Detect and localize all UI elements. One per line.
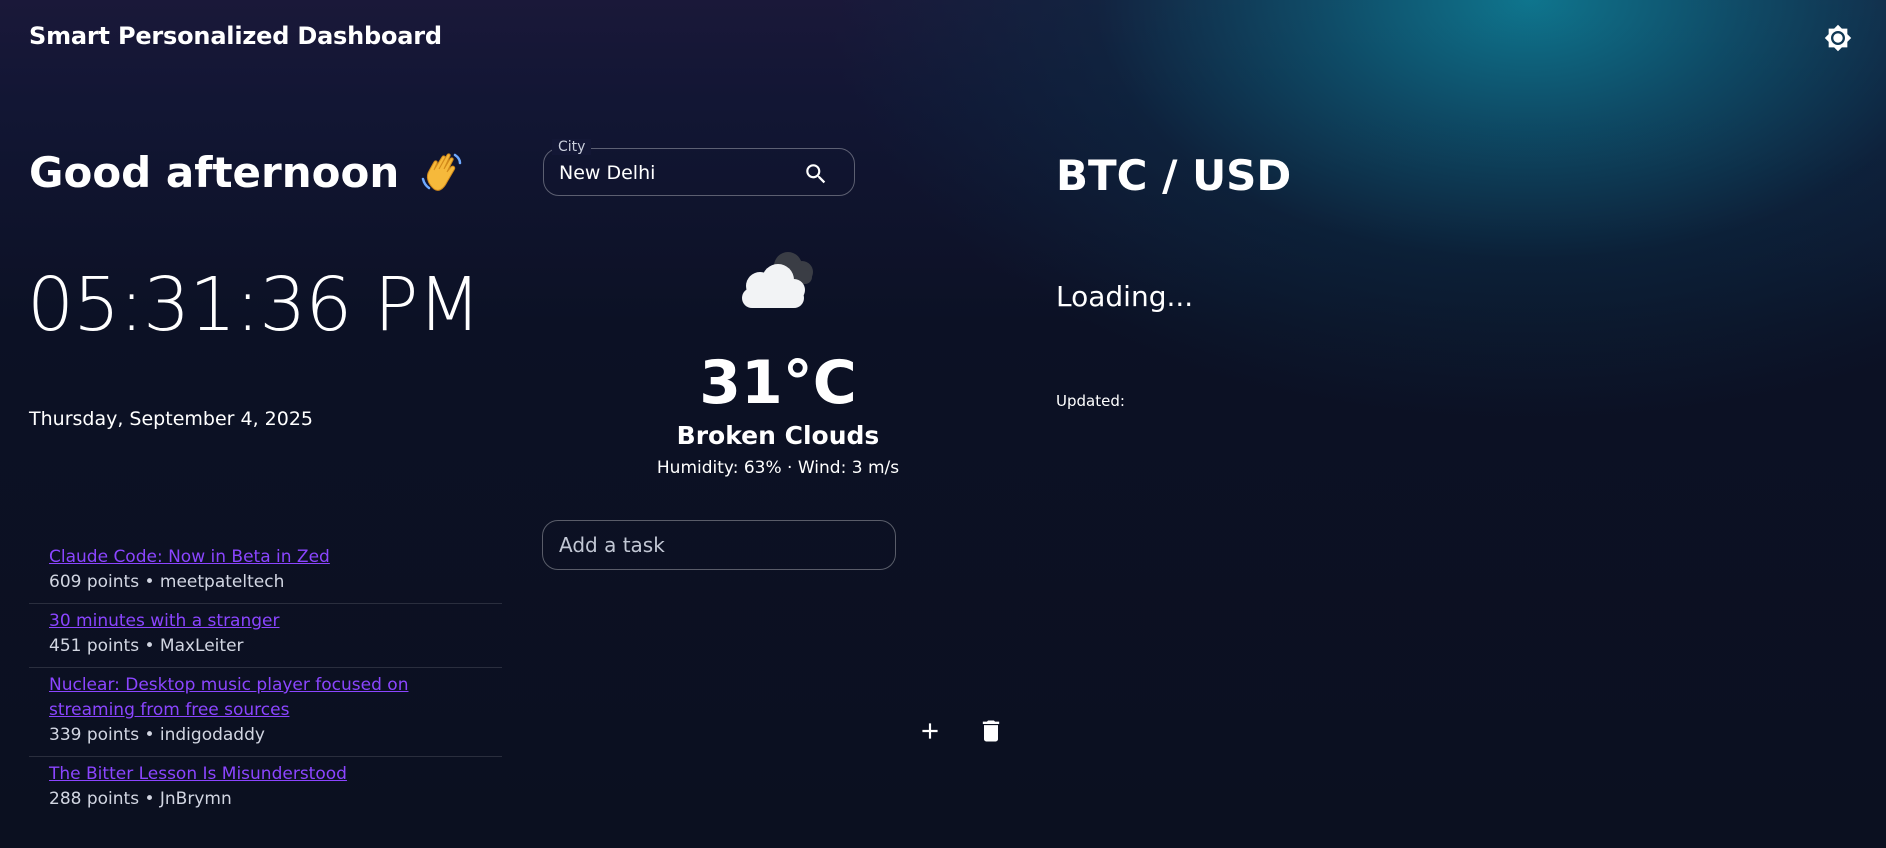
app-title: Smart Personalized Dashboard [29, 22, 442, 50]
city-input[interactable] [559, 162, 789, 184]
weather-details: Humidity: 63% · Wind: 3 m/s [656, 458, 900, 478]
temperature: 31°C [699, 348, 857, 418]
news-meta: 288 points • JnBrymn [49, 789, 232, 809]
plus-icon [922, 723, 938, 739]
list-item: 30 minutes with a stranger 451 points • … [29, 604, 502, 668]
news-meta: 609 points • meetpateltech [49, 572, 285, 592]
waving-hand-icon [422, 152, 462, 191]
news-link[interactable]: The Bitter Lesson Is Misunderstood [49, 762, 482, 787]
search-icon [806, 164, 826, 184]
news-link[interactable]: Claude Code: Now in Beta in Zed [49, 545, 482, 570]
clock-date: Thursday, September 4, 2025 [29, 408, 314, 430]
crypto-status: Loading... [1056, 280, 1194, 313]
clock-time: 05:31:36 PM [27, 262, 481, 348]
weather-condition: Broken Clouds [676, 421, 880, 450]
delete-tasks-button[interactable] [975, 715, 1007, 747]
task-input[interactable] [542, 520, 896, 570]
theme-toggle-button[interactable] [1822, 22, 1854, 54]
sun-icon [1824, 24, 1852, 52]
city-label: City [552, 139, 592, 155]
crypto-updated: Updated: [1056, 392, 1125, 410]
list-item: Claude Code: Now in Beta in Zed 609 poin… [29, 540, 502, 604]
greeting: Good afternoon [29, 148, 465, 197]
list-item: Nuclear: Desktop music player focused on… [29, 668, 502, 757]
broken-clouds-icon [742, 252, 813, 308]
news-link[interactable]: 30 minutes with a stranger [49, 609, 482, 634]
news-link[interactable]: Nuclear: Desktop music player focused on… [49, 673, 482, 723]
news-list: Claude Code: Now in Beta in Zed 609 poin… [29, 540, 502, 820]
add-task-button[interactable] [914, 715, 946, 747]
trash-icon [982, 720, 1000, 742]
news-meta: 339 points • indigodaddy [49, 725, 265, 745]
greeting-text: Good afternoon [29, 148, 400, 197]
search-button[interactable] [800, 158, 832, 190]
crypto-title: BTC / USD [1056, 151, 1292, 200]
list-item: The Bitter Lesson Is Misunderstood 288 p… [29, 757, 502, 820]
news-meta: 451 points • MaxLeiter [49, 636, 244, 656]
